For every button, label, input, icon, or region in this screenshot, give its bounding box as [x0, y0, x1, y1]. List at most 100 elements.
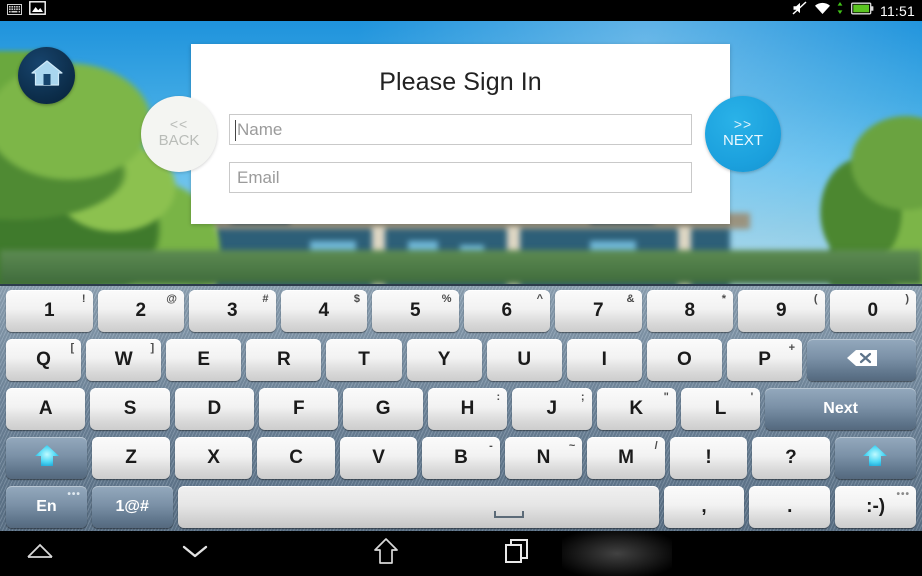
key-w[interactable]: W]: [86, 339, 162, 381]
nav-menu-button[interactable]: [0, 531, 80, 576]
key-label: G: [375, 398, 391, 419]
nav-hide-keyboard-button[interactable]: [80, 531, 310, 576]
key-backspace[interactable]: [807, 339, 916, 381]
key-[interactable]: !: [669, 437, 748, 479]
key-more-options-icon: •••: [896, 489, 911, 500]
key-8[interactable]: 8 *: [646, 290, 733, 332]
status-bar: 11:51: [0, 0, 922, 21]
key-secondary-label: -: [489, 440, 493, 452]
key-h[interactable]: H:: [427, 388, 508, 430]
key-k[interactable]: K ": [596, 388, 676, 430]
key-u[interactable]: U: [486, 339, 562, 381]
key-shift[interactable]: [6, 437, 88, 479]
key-o[interactable]: O: [646, 339, 722, 381]
key-y[interactable]: Y: [406, 339, 482, 381]
key-secondary-label: !: [81, 293, 86, 305]
key-p[interactable]: P +: [726, 339, 803, 381]
key-d[interactable]: D: [174, 388, 255, 430]
key-a[interactable]: A: [6, 388, 86, 430]
key-label: D: [207, 398, 222, 419]
key-[interactable]: :-) •••: [835, 486, 917, 528]
key-en[interactable]: En •••: [6, 486, 87, 528]
key-label: 4: [318, 300, 330, 321]
key-label: ?: [785, 447, 797, 468]
key-[interactable]: ?: [752, 437, 830, 479]
key-v[interactable]: V: [339, 437, 418, 479]
email-input[interactable]: Email: [229, 162, 692, 193]
key-x[interactable]: X: [174, 437, 253, 479]
key-7[interactable]: 7 &: [555, 290, 642, 332]
data-transfer-icon: [837, 1, 845, 20]
key-shift[interactable]: [834, 437, 917, 479]
key-[interactable]: .: [749, 486, 831, 528]
key-label: 2: [135, 300, 147, 321]
app-home-button[interactable]: [18, 47, 75, 104]
key-label: R: [277, 349, 291, 370]
nav-hide-keyboard-icon: [180, 542, 210, 565]
key-g[interactable]: G: [343, 388, 423, 430]
nav-recents-button[interactable]: [462, 531, 572, 576]
key-l[interactable]: L ': [680, 388, 761, 430]
key-secondary-label: *: [721, 293, 726, 305]
key-s[interactable]: S: [90, 388, 170, 430]
key-9[interactable]: 9(: [738, 290, 825, 332]
key-space[interactable]: [177, 486, 659, 528]
key-label: I: [601, 349, 607, 370]
key-2[interactable]: 2 @: [97, 290, 184, 332]
key-5[interactable]: 5%: [372, 290, 459, 332]
shift-icon: [860, 443, 890, 474]
key-secondary-label: ]: [150, 342, 155, 354]
key-1[interactable]: 1@#: [91, 486, 173, 528]
key-label: 3: [226, 300, 238, 321]
key-secondary-label: %: [441, 293, 452, 305]
key-label: En: [36, 498, 57, 515]
key-c[interactable]: C: [257, 437, 335, 479]
key-next[interactable]: Next: [765, 388, 917, 430]
key-z[interactable]: Z: [92, 437, 170, 479]
wifi-icon: [814, 1, 831, 20]
nav-home-icon: [373, 536, 399, 571]
chevron-left-double-icon: <<: [169, 116, 189, 132]
key-label: 0: [867, 300, 879, 321]
key-secondary-label: &: [626, 293, 635, 305]
key-label: Q: [36, 349, 51, 370]
key-1[interactable]: 1!: [6, 290, 93, 332]
nav-menu-up-icon: [23, 540, 57, 567]
key-3[interactable]: 3 #: [189, 290, 276, 332]
key-f[interactable]: F: [259, 388, 339, 430]
back-button[interactable]: << BACK: [141, 96, 217, 172]
on-screen-keyboard[interactable]: 1! 2 @3 #4 $5% 6 ^ 7 & 8 * 9(0) Q[W] E R T Y U I O P + A S D F G H:…: [0, 284, 922, 531]
key-4[interactable]: 4 $: [280, 290, 367, 332]
key-label: 7: [592, 300, 604, 321]
key-[interactable]: ,: [663, 486, 745, 528]
key-i[interactable]: I: [566, 339, 642, 381]
keyboard-row-asdf-row: A S D F G H: J; K " L ' Next: [3, 388, 919, 430]
key-b[interactable]: B-: [422, 437, 500, 479]
key-r[interactable]: R: [246, 339, 322, 381]
key-q[interactable]: Q[: [6, 339, 82, 381]
key-label: W: [114, 349, 133, 370]
key-label: J: [546, 398, 558, 419]
key-secondary-label: $: [353, 293, 360, 305]
key-e[interactable]: E: [166, 339, 242, 381]
key-label: V: [372, 447, 385, 468]
key-label: M: [618, 447, 634, 468]
key-label: Y: [437, 349, 451, 370]
key-label: F: [292, 398, 305, 419]
key-n[interactable]: N ~: [504, 437, 583, 479]
key-t[interactable]: T: [326, 339, 402, 381]
name-input[interactable]: Name: [229, 114, 692, 145]
key-label: S: [123, 398, 137, 419]
key-6[interactable]: 6 ^: [463, 290, 550, 332]
battery-icon: [851, 2, 874, 20]
key-j[interactable]: J;: [512, 388, 592, 430]
nav-home-button[interactable]: [310, 531, 462, 576]
key-secondary-label: @: [166, 293, 177, 305]
key-0[interactable]: 0): [829, 290, 916, 332]
key-label: 5: [409, 300, 421, 321]
email-input-placeholder: Email: [237, 167, 280, 187]
key-label: 8: [684, 300, 696, 321]
key-label: Z: [125, 447, 137, 468]
next-button[interactable]: >> NEXT: [705, 96, 781, 172]
key-m[interactable]: M /: [587, 437, 665, 479]
